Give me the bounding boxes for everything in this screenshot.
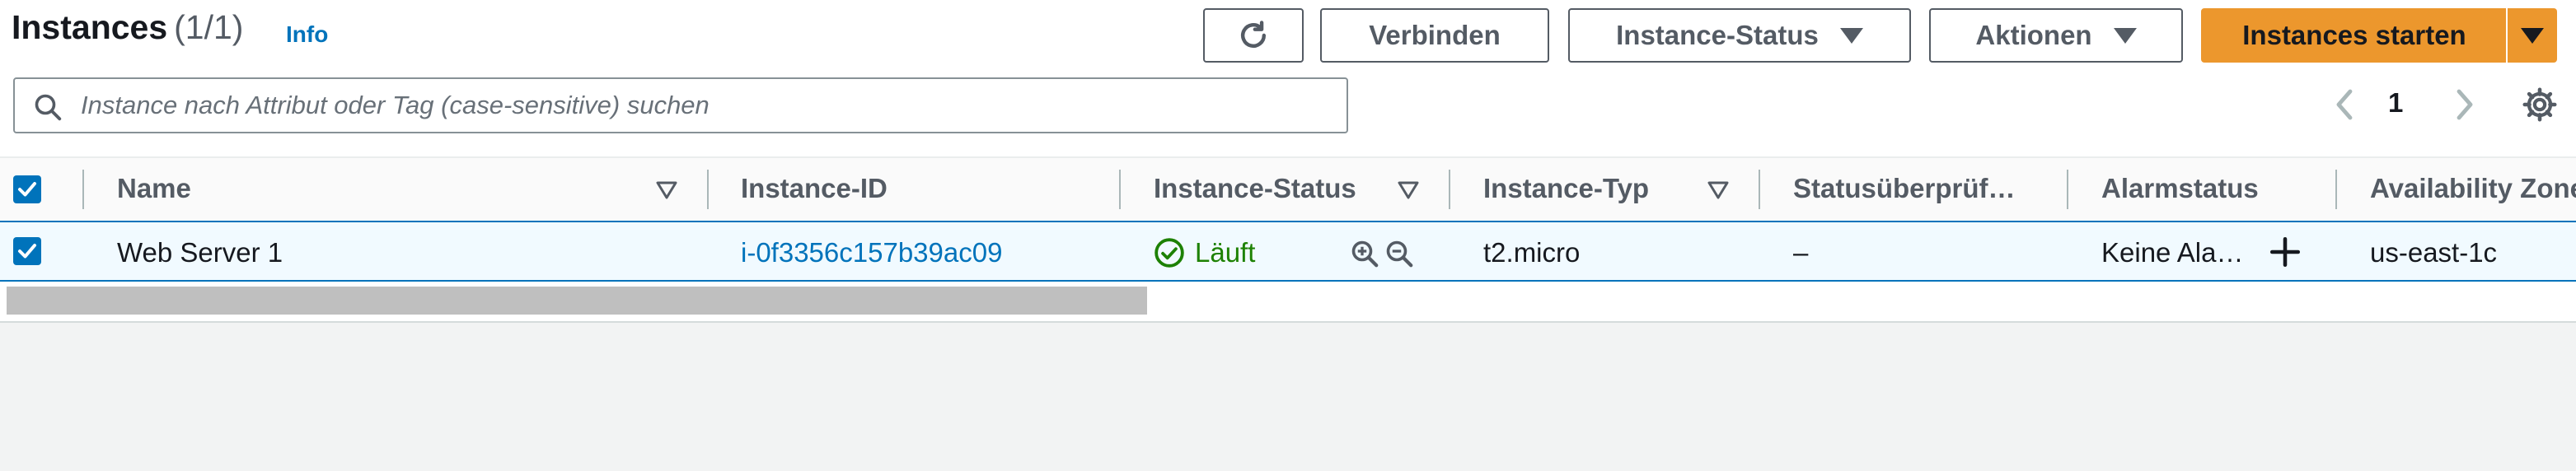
column-header-instance-id[interactable]: Instance-ID	[741, 173, 888, 204]
column-divider	[2067, 170, 2068, 209]
alarm-status-value: Keine Ala…	[2101, 237, 2244, 268]
zoom-in-icon[interactable]	[1350, 239, 1379, 268]
launch-options-dropdown[interactable]	[2506, 8, 2557, 63]
page-title: Instances (1/1)	[12, 8, 243, 47]
checkmark-icon	[18, 244, 36, 259]
gear-icon[interactable]	[2521, 86, 2559, 124]
title-text: Instances	[12, 8, 168, 46]
instance-name: Web Server 1	[117, 237, 283, 268]
chevron-left-icon[interactable]	[2330, 86, 2358, 123]
page-number[interactable]: 1	[2388, 87, 2403, 119]
column-divider	[1449, 170, 1450, 209]
connect-button[interactable]: Verbinden	[1320, 8, 1549, 63]
instance-state-value: Läuft	[1195, 237, 1256, 268]
instance-id-link[interactable]: i-0f3356c157b39ac09	[741, 237, 1002, 268]
instance-type-value: t2.micro	[1483, 237, 1581, 268]
connect-label: Verbinden	[1369, 20, 1501, 50]
column-header-availability-zone[interactable]: Availability Zone	[2370, 173, 2576, 204]
instance-state-dropdown[interactable]: Instance-Status	[1568, 8, 1911, 63]
column-divider	[2335, 170, 2337, 209]
instances-panel: Instances (1/1) Info Verbinden Instance-S…	[0, 0, 2576, 323]
caret-down-icon	[2521, 27, 2544, 44]
search-icon	[35, 94, 62, 121]
actions-label: Aktionen	[1975, 20, 2092, 50]
search-box	[13, 77, 1348, 133]
info-link[interactable]: Info	[286, 21, 328, 48]
table-row[interactable]: Web Server 1 i-0f3356c157b39ac09 Läuft t…	[0, 221, 2576, 282]
column-header-status-check[interactable]: Statusüberprüf…	[1793, 173, 2016, 204]
sort-icon[interactable]	[1707, 181, 1729, 199]
column-header-name[interactable]: Name	[117, 173, 191, 204]
refresh-button[interactable]	[1203, 8, 1304, 63]
column-divider	[82, 170, 84, 209]
table-header: Name Instance-ID Instance-Status Instanc…	[0, 156, 2576, 224]
select-all-checkbox[interactable]	[13, 175, 41, 203]
zoom-out-icon[interactable]	[1384, 239, 1414, 268]
caret-down-icon	[2113, 27, 2137, 44]
instance-state-label: Instance-Status	[1616, 20, 1819, 50]
launch-label: Instances starten	[2242, 20, 2466, 50]
column-header-instance-state[interactable]: Instance-Status	[1154, 173, 1356, 204]
horizontal-scrollbar[interactable]	[0, 285, 2576, 318]
sort-icon[interactable]	[1398, 181, 1419, 199]
column-divider	[1119, 170, 1121, 209]
launch-instances-button[interactable]: Instances starten	[2201, 8, 2508, 63]
row-checkbox[interactable]	[13, 237, 41, 265]
column-header-instance-type[interactable]: Instance-Typ	[1483, 173, 1649, 204]
checkmark-icon	[18, 182, 36, 197]
caret-down-icon	[1839, 27, 1863, 44]
status-check-value: –	[1793, 237, 1809, 268]
column-divider	[707, 170, 709, 209]
chevron-right-icon[interactable]	[2451, 86, 2479, 123]
plus-icon[interactable]	[2268, 235, 2302, 269]
refresh-icon	[1240, 21, 1267, 49]
actions-dropdown[interactable]: Aktionen	[1929, 8, 2183, 63]
instance-count: (1/1)	[174, 8, 244, 46]
column-divider	[1759, 170, 1760, 209]
availability-zone-value: us-east-1c	[2370, 237, 2498, 268]
check-circle-icon	[1155, 238, 1184, 268]
scrollbar-thumb[interactable]	[7, 287, 1147, 315]
column-header-alarm-status[interactable]: Alarmstatus	[2101, 173, 2259, 204]
search-input[interactable]	[81, 86, 1317, 125]
sort-icon[interactable]	[656, 181, 677, 199]
